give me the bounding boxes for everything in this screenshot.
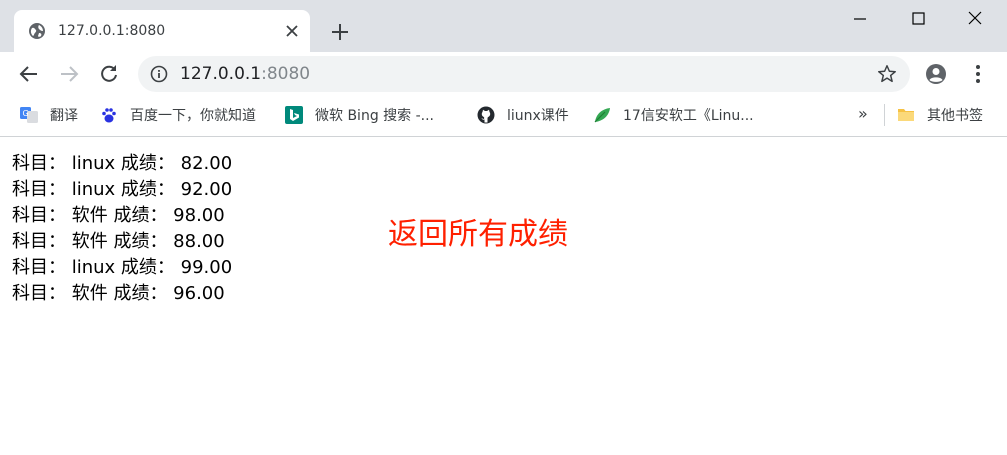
leaf-icon xyxy=(594,108,610,123)
google-translate-icon: G xyxy=(20,107,38,123)
bookmarks-bar: G 翻译 百度一下，你就知道 微软 Bing 搜索 -... liunx课件 1… xyxy=(0,96,1007,137)
close-window-icon[interactable] xyxy=(963,7,987,31)
profile-avatar-icon[interactable] xyxy=(924,62,948,86)
browser-tab[interactable]: 127.0.0.1:8080 xyxy=(14,10,310,52)
bookmark-label: 其他书签 xyxy=(927,108,983,124)
score-row: 科目： linux 成绩： 82.00 xyxy=(12,153,233,174)
browser-toolbar: 127.0.0.1:8080 xyxy=(0,52,1007,96)
score-row: 科目： 软件 成绩： 88.00 xyxy=(12,231,225,252)
address-bar[interactable]: 127.0.0.1:8080 xyxy=(138,56,910,92)
close-tab-icon[interactable] xyxy=(282,21,302,41)
browser-titlebar: 127.0.0.1:8080 xyxy=(0,0,1007,52)
reload-icon[interactable] xyxy=(97,62,121,86)
url-host: 127.0.0.1 xyxy=(180,64,262,84)
menu-kebab-icon[interactable] xyxy=(966,62,990,86)
bookmark-label: liunx课件 xyxy=(507,108,569,124)
svg-text:G: G xyxy=(23,109,29,118)
score-row: 科目： 软件 成绩： 96.00 xyxy=(12,283,225,304)
globe-icon xyxy=(29,23,45,39)
bookmark-label: 微软 Bing 搜索 -... xyxy=(315,108,435,124)
score-row: 科目： linux 成绩： 92.00 xyxy=(12,179,233,200)
baidu-paw-icon xyxy=(102,108,116,123)
url-text[interactable]: 127.0.0.1:8080 xyxy=(180,65,310,83)
new-tab-icon[interactable] xyxy=(328,20,352,44)
bookmark-star-icon[interactable] xyxy=(876,63,898,85)
score-row: 科目： 软件 成绩： 98.00 xyxy=(12,205,225,226)
url-port: :8080 xyxy=(261,64,311,84)
folder-icon xyxy=(898,109,914,121)
bookmark-label: 百度一下，你就知道 xyxy=(130,108,256,124)
score-row: 科目： linux 成绩： 99.00 xyxy=(12,257,233,278)
maximize-icon[interactable] xyxy=(906,7,930,31)
bookmark-label: 翻译 xyxy=(50,108,78,124)
back-icon[interactable] xyxy=(17,62,41,86)
page-content: 科目： linux 成绩： 82.00 科目： linux 成绩： 92.00 … xyxy=(0,137,1007,455)
info-icon[interactable] xyxy=(150,65,168,83)
score-list: 科目： linux 成绩： 82.00 科目： linux 成绩： 92.00 … xyxy=(12,151,232,307)
forward-icon[interactable] xyxy=(57,62,81,86)
annotation-text: 返回所有成绩 xyxy=(388,217,568,252)
bing-icon xyxy=(285,106,303,124)
tab-title: 127.0.0.1:8080 xyxy=(58,23,166,39)
github-icon xyxy=(477,106,495,124)
minimize-icon[interactable] xyxy=(848,7,872,31)
bookmarks-divider xyxy=(884,104,885,126)
bookmark-label: 17信安软工《Linu... xyxy=(623,108,754,124)
bookmarks-overflow-button[interactable]: » xyxy=(858,104,868,123)
